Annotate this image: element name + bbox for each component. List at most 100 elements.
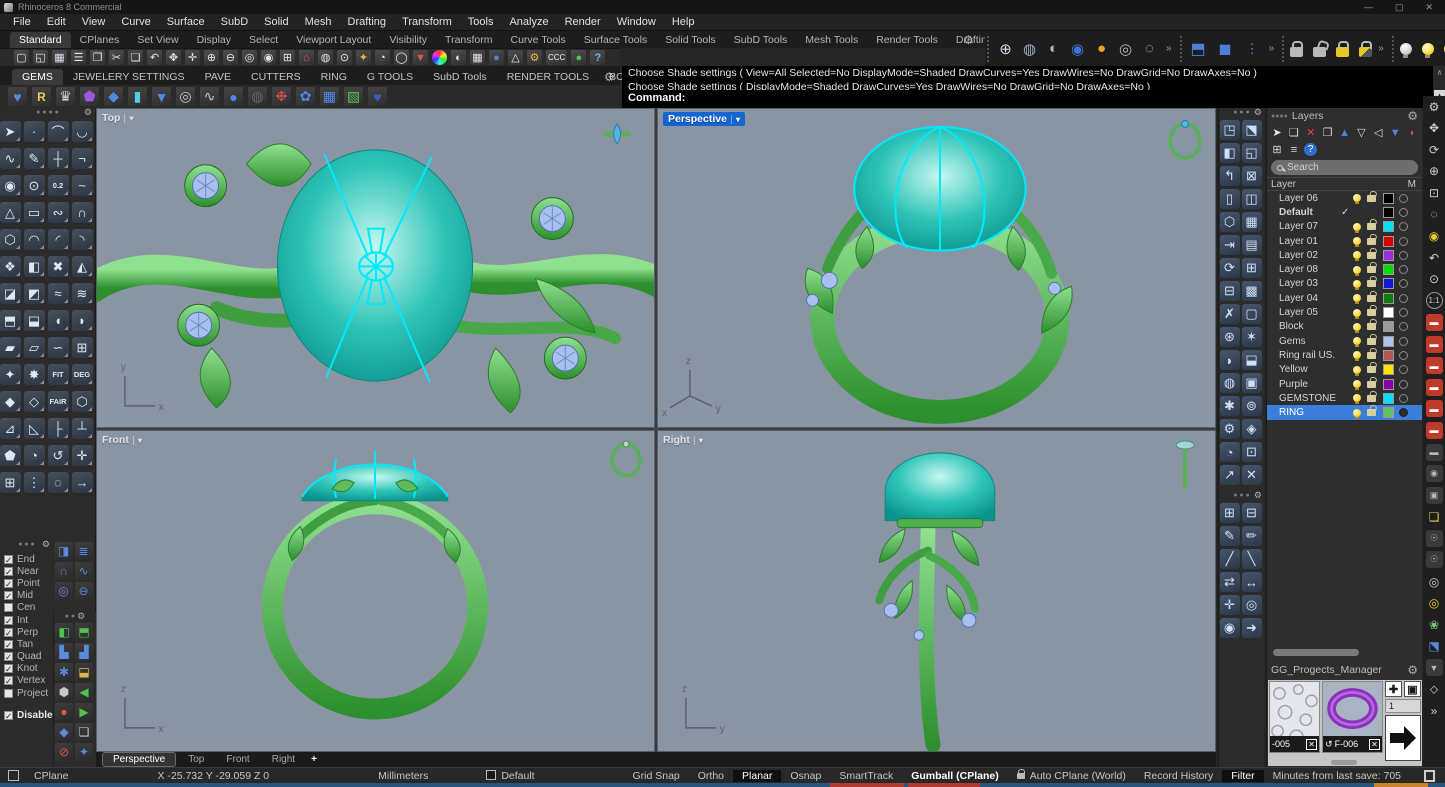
menu-item[interactable]: SubD bbox=[213, 16, 257, 28]
osnap-checkbox[interactable]: ✓ bbox=[4, 579, 13, 588]
tool-icon[interactable]: ≣ bbox=[75, 542, 93, 560]
gear-icon[interactable]: ⚙ bbox=[604, 70, 615, 84]
layer-color-swatch[interactable] bbox=[1383, 307, 1394, 318]
toolbar-tab[interactable]: Mesh Tools bbox=[796, 32, 867, 48]
tool-icon[interactable]: ∽ bbox=[48, 337, 69, 358]
tool-icon[interactable]: △ bbox=[0, 202, 21, 223]
tool-icon[interactable]: ▩ bbox=[1242, 281, 1262, 301]
tool-icon[interactable]: ❏ bbox=[75, 723, 93, 741]
tool-icon[interactable]: ⬒ bbox=[0, 310, 21, 331]
layer-color-swatch[interactable] bbox=[1383, 193, 1394, 204]
tool-icon[interactable]: ⊚ bbox=[1242, 396, 1262, 416]
layer-visibility-bulb-icon[interactable] bbox=[1353, 366, 1361, 374]
gem-tool-icon[interactable]: ♥ bbox=[368, 87, 387, 106]
layer-visibility-bulb-icon[interactable] bbox=[1353, 380, 1361, 388]
standard-tool-icon[interactable]: ↶ bbox=[147, 50, 162, 65]
project-save-button[interactable]: ▣ bbox=[1404, 681, 1421, 697]
layer-color-swatch[interactable] bbox=[1383, 293, 1394, 304]
tool-icon[interactable]: ⊟ bbox=[1220, 281, 1240, 301]
layer-lock-icon[interactable] bbox=[1367, 395, 1376, 402]
tool-icon[interactable]: ✕ bbox=[1242, 465, 1262, 485]
tool-icon[interactable]: ⋮ bbox=[24, 472, 45, 493]
units-button[interactable]: Millimeters bbox=[369, 770, 437, 782]
osnap-row[interactable]: ✓ Quad bbox=[4, 651, 53, 663]
layer-visibility-bulb-icon[interactable] bbox=[1353, 280, 1361, 288]
layer-material-circle[interactable] bbox=[1399, 279, 1408, 288]
tool-icon[interactable]: ⊡ bbox=[1242, 442, 1262, 462]
menu-item[interactable]: Surface bbox=[159, 16, 213, 28]
layer-color-swatch[interactable] bbox=[1383, 393, 1394, 404]
tool-icon[interactable]: ⊠ bbox=[1242, 166, 1262, 186]
view-tool-icon[interactable]: ▬ bbox=[1426, 357, 1443, 374]
layer-material-circle[interactable] bbox=[1399, 294, 1408, 303]
viewport-tab[interactable]: Front bbox=[216, 753, 259, 766]
layer-row[interactable]: Layer 05 bbox=[1267, 305, 1422, 319]
menu-item[interactable]: Window bbox=[609, 16, 664, 28]
layer-visibility-bulb-icon[interactable] bbox=[1353, 251, 1361, 259]
osnap-row[interactable]: ✓ Vertex bbox=[4, 675, 53, 687]
tool-icon[interactable]: ✎ bbox=[24, 148, 45, 169]
layer-material-circle[interactable] bbox=[1399, 365, 1408, 374]
osnap-row[interactable]: ✓ Point bbox=[4, 577, 53, 589]
layer-lock-icon[interactable] bbox=[1367, 266, 1376, 273]
tool-icon[interactable]: ◺ bbox=[24, 418, 45, 439]
layers-toolbar-icon[interactable]: ≡ bbox=[1287, 143, 1301, 157]
tool-icon[interactable]: ⊛ bbox=[1220, 327, 1240, 347]
gear-icon[interactable]: ⚙ bbox=[1254, 490, 1262, 501]
layer-row[interactable]: GEMSTONE bbox=[1267, 391, 1422, 405]
panel-handle[interactable]: ● ● ● ●⚙ bbox=[0, 108, 95, 117]
layer-visibility-bulb-icon[interactable] bbox=[1353, 394, 1361, 402]
menu-item[interactable]: Tools bbox=[460, 16, 502, 28]
layer-color-swatch[interactable] bbox=[1383, 336, 1394, 347]
viewport-dropdown-icon[interactable]: ▾ bbox=[133, 436, 142, 445]
layer-visibility-bulb-icon[interactable] bbox=[1353, 351, 1361, 359]
menu-item[interactable]: Curve bbox=[113, 16, 158, 28]
gems-tab[interactable]: G TOOLS bbox=[357, 69, 423, 85]
display-mode-icon[interactable]: ⊕ bbox=[995, 38, 1016, 59]
tool-icon[interactable]: ⬡ bbox=[0, 229, 21, 250]
command-prompt[interactable]: Command: bbox=[622, 90, 1433, 108]
toolbar-tab[interactable]: Set View bbox=[128, 32, 187, 48]
layers-toolbar-icon[interactable]: ➤ bbox=[1270, 126, 1284, 140]
tool-icon[interactable]: ⌒ bbox=[48, 121, 69, 142]
tool-icon[interactable]: ~ bbox=[72, 175, 93, 196]
panel-handle[interactable]: ●●●● bbox=[1271, 113, 1288, 120]
tool-icon[interactable]: ▣ bbox=[1242, 373, 1262, 393]
tool-icon[interactable]: ⬓ bbox=[75, 663, 93, 681]
layer-lock-icon[interactable] bbox=[1367, 238, 1376, 245]
tool-icon[interactable]: ▭ bbox=[24, 202, 45, 223]
osnap-row[interactable]: Cen bbox=[4, 602, 53, 614]
tool-icon[interactable]: ⬔ bbox=[1242, 120, 1262, 140]
tool-icon[interactable]: ∿ bbox=[0, 148, 21, 169]
layer-lock-icon[interactable] bbox=[1367, 252, 1376, 259]
standard-tool-icon[interactable]: ◎ bbox=[242, 50, 257, 65]
layer-lock-icon[interactable] bbox=[1367, 223, 1376, 230]
layer-material-circle[interactable] bbox=[1399, 308, 1408, 317]
tool-icon[interactable]: ◉ bbox=[0, 175, 21, 196]
gear-icon[interactable]: ⚙ bbox=[84, 107, 92, 118]
gem-tool-icon[interactable]: ▼ bbox=[152, 87, 171, 106]
tool-icon[interactable]: ✛ bbox=[72, 445, 93, 466]
standard-tool-icon[interactable]: ◉ bbox=[261, 50, 276, 65]
viewport-tab[interactable]: Right bbox=[262, 753, 305, 766]
tool-icon[interactable]: ▤ bbox=[1242, 235, 1262, 255]
layer-lock-icon[interactable] bbox=[1367, 280, 1376, 287]
tool-icon[interactable]: ✱ bbox=[1220, 396, 1240, 416]
layers-toolbar-icon[interactable]: ? bbox=[1304, 143, 1317, 156]
status-toggle[interactable]: SmartTrack bbox=[830, 770, 902, 782]
toolbar-tab[interactable]: Curve Tools bbox=[502, 32, 575, 48]
osnap-checkbox[interactable]: ✓ bbox=[4, 555, 13, 564]
layer-color-swatch[interactable] bbox=[1383, 350, 1394, 361]
menu-item[interactable]: Solid bbox=[256, 16, 296, 28]
tool-icon[interactable]: ▰ bbox=[0, 337, 21, 358]
standard-tool-icon[interactable]: ✦ bbox=[356, 50, 371, 65]
display-mode-icon[interactable]: ◌ bbox=[1139, 38, 1160, 59]
tool-icon[interactable]: ❖ bbox=[0, 256, 21, 277]
standard-tool-icon[interactable]: ◍ bbox=[318, 50, 333, 65]
layers-toolbar-icon[interactable]: ❐ bbox=[1321, 126, 1335, 140]
tool-icon[interactable]: ┴ bbox=[72, 418, 93, 439]
layer-row[interactable]: Layer 07 bbox=[1267, 220, 1422, 234]
tool-icon[interactable]: ↰ bbox=[1220, 166, 1240, 186]
view-tool-icon[interactable]: ◌ bbox=[1426, 206, 1443, 223]
standard-tool-icon[interactable]: ❏ bbox=[128, 50, 143, 65]
